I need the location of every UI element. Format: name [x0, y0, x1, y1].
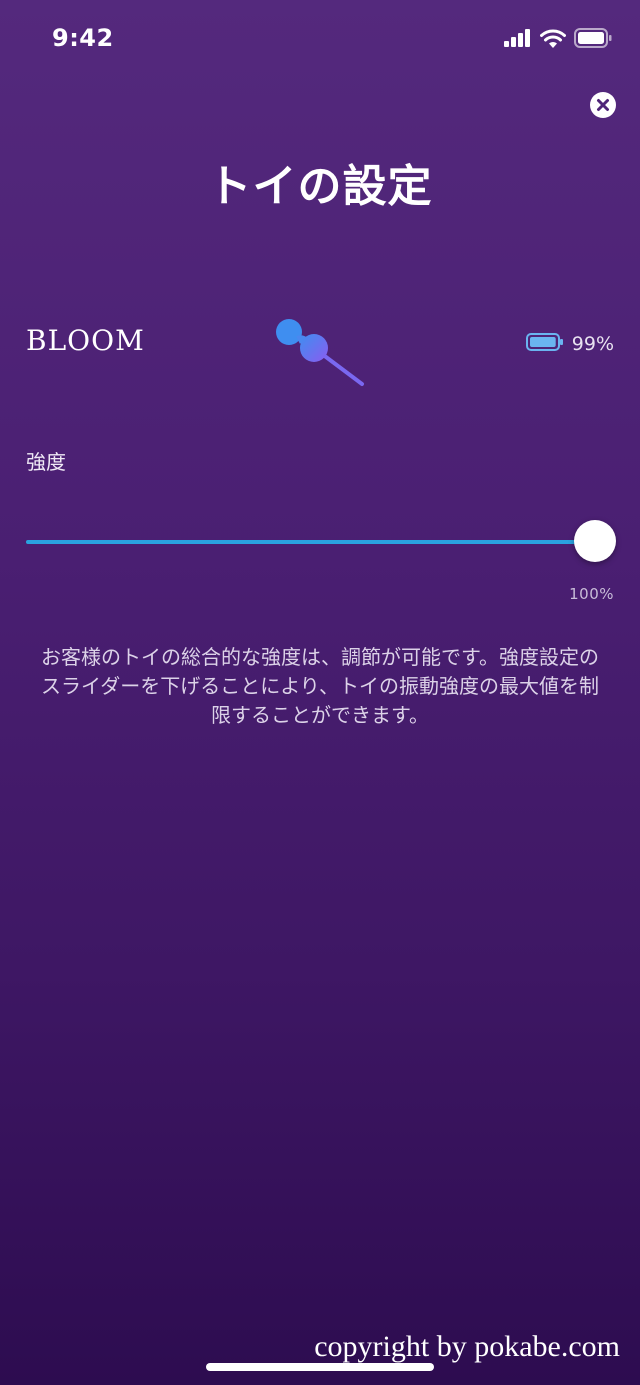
signal-icon [504, 29, 532, 51]
status-bar: 9:42 [0, 0, 640, 80]
slider-track[interactable] [26, 540, 595, 544]
slider-thumb[interactable] [574, 520, 616, 562]
intensity-value: 100% [569, 585, 614, 603]
home-indicator[interactable] [206, 1363, 434, 1371]
close-button[interactable] [590, 92, 616, 118]
battery-icon [574, 28, 612, 52]
close-icon [590, 92, 616, 122]
toy-battery-icon [525, 332, 564, 356]
toy-name: BLOOM [26, 324, 145, 357]
wifi-icon [540, 29, 566, 52]
status-icons [504, 28, 612, 52]
status-time: 9:42 [52, 24, 114, 52]
toy-battery: 99% [525, 332, 614, 356]
copyright-watermark: copyright by pokabe.com [314, 1330, 620, 1363]
kegel-balls-icon [272, 314, 368, 390]
toy-battery-percent: 99% [571, 333, 614, 355]
page-title: トイの設定 [207, 161, 433, 212]
intensity-label: 強度 [26, 450, 66, 474]
intensity-slider[interactable] [26, 520, 616, 564]
intensity-description: お客様のトイの総合的な強度は、調節が可能です。強度設定のスライダーを下げることに… [41, 645, 599, 727]
